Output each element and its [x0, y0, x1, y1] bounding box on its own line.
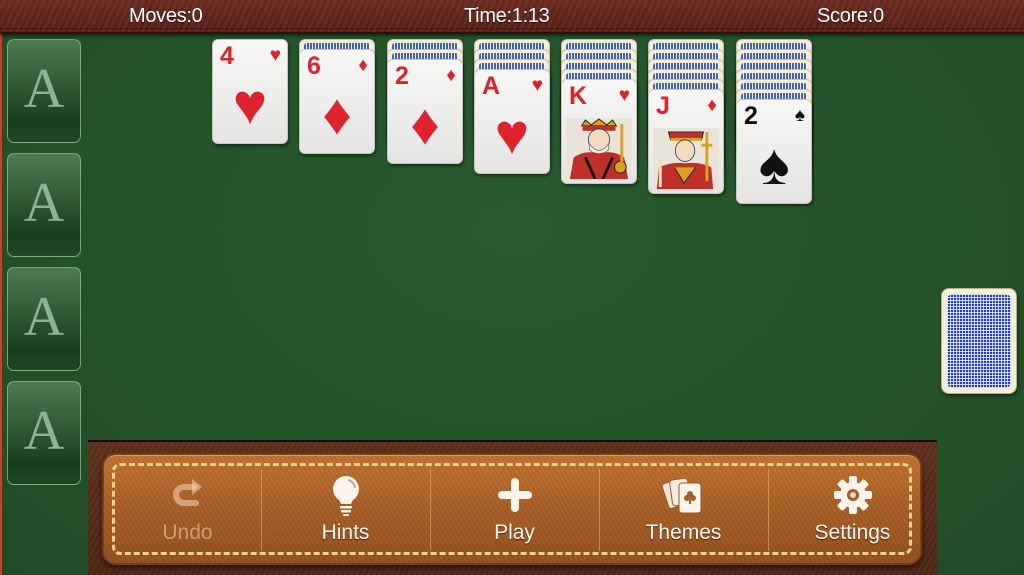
foundation-placeholder-label: A — [23, 400, 65, 462]
hearts-center-pip-icon: ♥ — [232, 72, 268, 137]
spades-suit-icon: ♠ — [794, 105, 805, 126]
diamonds-suit-icon: ♦ — [446, 65, 456, 86]
card-rank: 2 — [744, 102, 758, 130]
hints-label: Hints — [321, 521, 370, 544]
tableau-card-2-diamonds[interactable]: 2 ♦ ♦ — [387, 59, 463, 164]
foundation-pile-4[interactable]: A — [7, 381, 81, 485]
foundation-placeholder-label: A — [23, 286, 65, 348]
themes-label: Themes — [645, 521, 722, 544]
tableau-card-K-hearts[interactable]: K ♥ — [561, 79, 637, 184]
card-rank: 2 — [395, 62, 409, 90]
hearts-center-pip-icon: ♥ — [494, 102, 530, 167]
toolbar: Undo Hints Play Themes Settings — [102, 453, 922, 565]
hearts-suit-icon: ♥ — [269, 45, 281, 66]
card-rank: A — [482, 72, 501, 100]
spades-center-pip-icon: ♠ — [758, 132, 790, 197]
jack-portrait — [653, 128, 719, 189]
foundation-pile-2[interactable]: A — [7, 153, 81, 257]
tableau-card-J-diamonds[interactable]: J ♦ — [648, 89, 724, 194]
hints-button[interactable]: Hints — [262, 465, 429, 555]
tableau-card-A-hearts[interactable]: A ♥ ♥ — [474, 69, 550, 174]
diamonds-center-pip-icon: ♦ — [322, 82, 352, 147]
themes-button[interactable]: Themes — [600, 465, 767, 555]
diamonds-suit-icon: ♦ — [358, 55, 368, 76]
card-rank: 4 — [220, 42, 234, 70]
timer: Time:1:13 — [464, 5, 550, 27]
foundation-placeholder-label: A — [23, 58, 65, 120]
stock-pile[interactable] — [941, 288, 1017, 394]
lightbulb-icon — [326, 473, 366, 517]
cards-icon — [661, 473, 707, 517]
foundation-pile-3[interactable]: A — [7, 267, 81, 371]
moves-counter: Moves:0 — [129, 5, 203, 27]
hearts-suit-icon: ♥ — [618, 85, 630, 106]
undo-icon — [168, 473, 208, 517]
diamonds-center-pip-icon: ♦ — [410, 92, 440, 157]
diamonds-suit-icon: ♦ — [707, 95, 717, 116]
plus-icon — [495, 473, 535, 517]
settings-button[interactable]: Settings — [769, 465, 936, 555]
settings-label: Settings — [814, 521, 891, 544]
tableau-card-2-spades[interactable]: 2 ♠ ♠ — [736, 99, 812, 204]
hearts-suit-icon: ♥ — [531, 75, 543, 96]
play-button[interactable]: Play — [431, 465, 598, 555]
play-label: Play — [494, 521, 535, 544]
undo-label: Undo — [162, 521, 213, 544]
tableau-card-6-diamonds[interactable]: 6 ♦ ♦ — [299, 49, 375, 154]
card-rank: 6 — [307, 52, 321, 80]
foundation-pile-1[interactable]: A — [7, 39, 81, 143]
score: Score:0 — [817, 5, 884, 27]
undo-button[interactable]: Undo — [104, 465, 271, 555]
tableau-card-4-hearts[interactable]: 4 ♥ ♥ — [212, 39, 288, 144]
foundation-placeholder-label: A — [23, 172, 65, 234]
card-rank: K — [569, 82, 588, 110]
status-bar: Moves:0 Time:1:13 Score:0 — [0, 0, 1024, 34]
king-portrait — [566, 118, 632, 179]
gear-icon — [832, 473, 874, 517]
card-rank: J — [656, 92, 670, 120]
